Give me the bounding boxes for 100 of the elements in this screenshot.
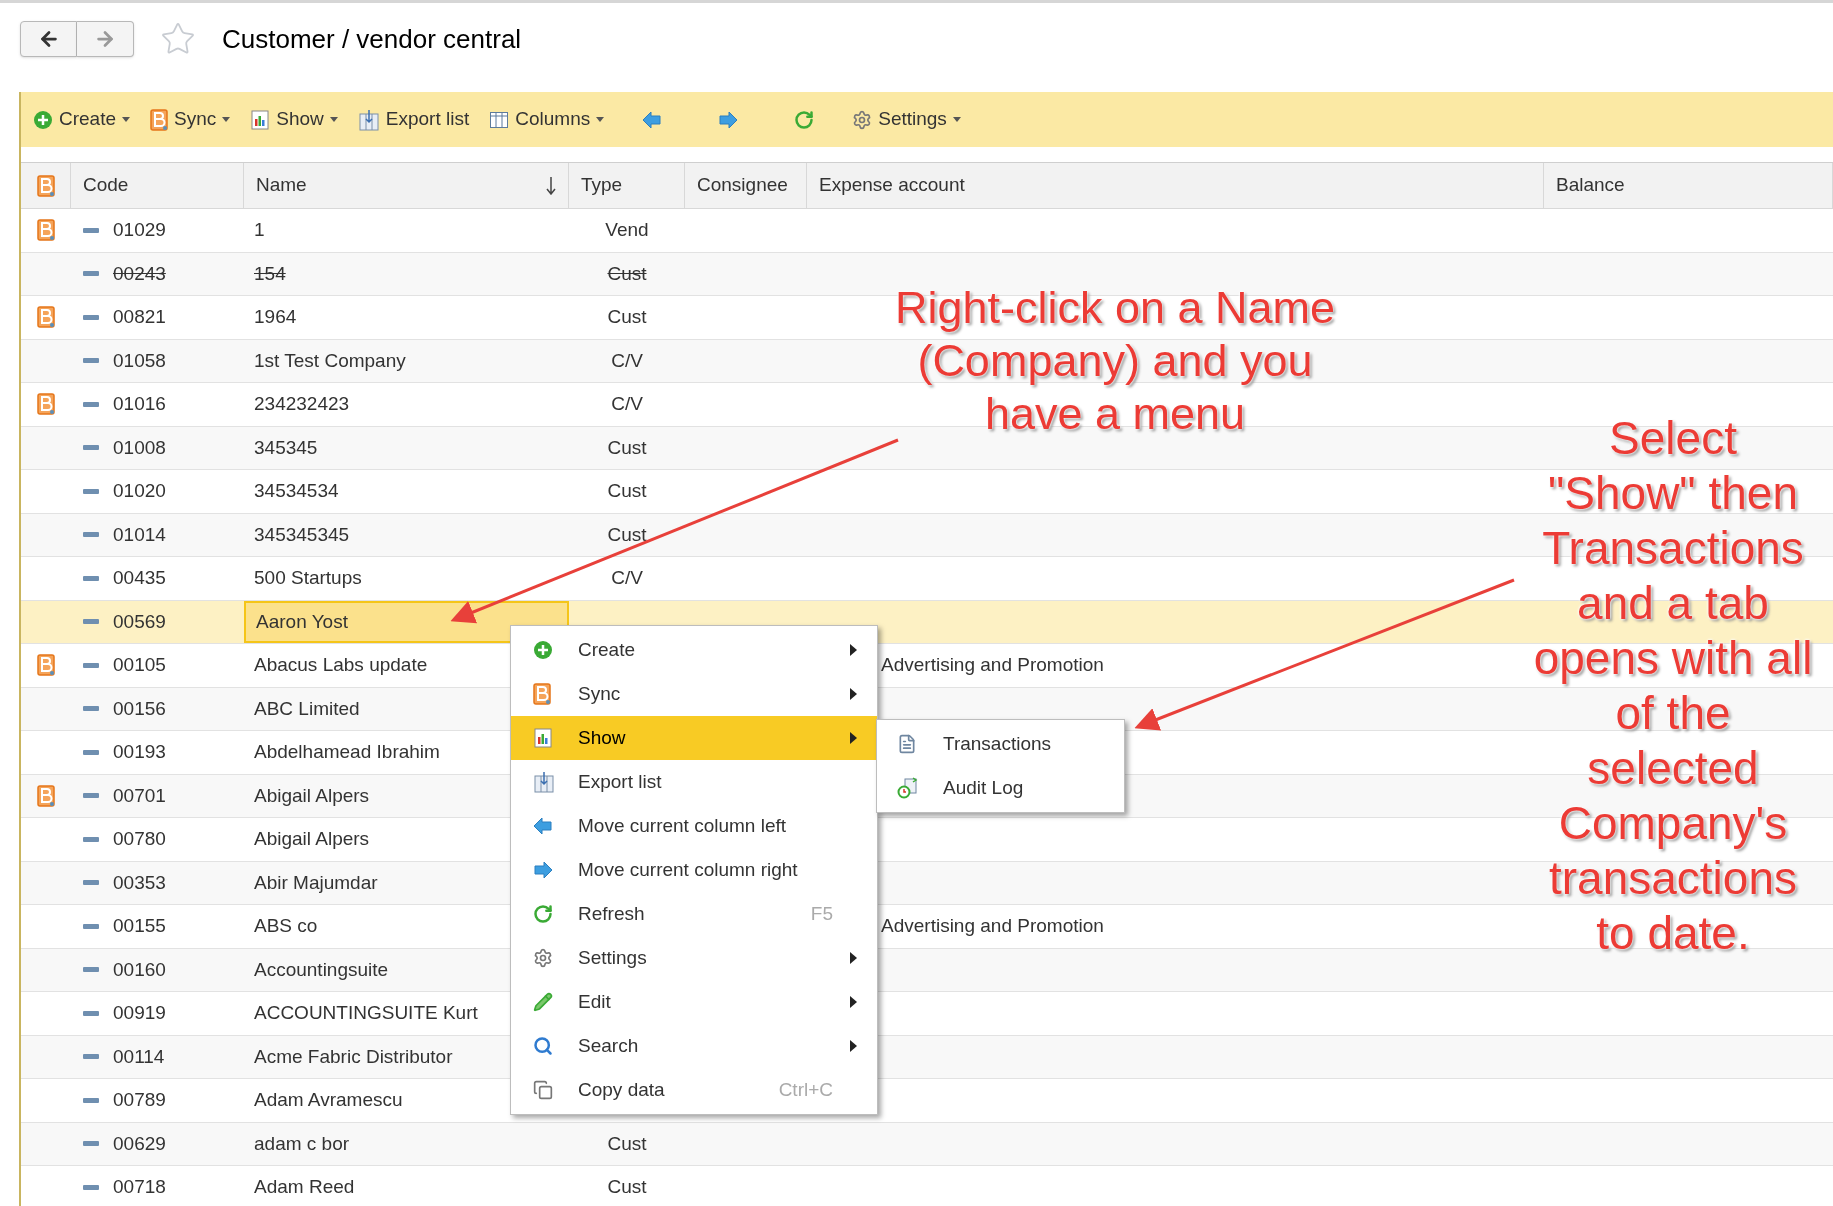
menu-item[interactable]: Transactions xyxy=(877,722,1124,766)
type-cell-text: Cust xyxy=(607,1131,647,1156)
code-cell-text: 00821 xyxy=(113,305,166,329)
menu-item[interactable]: Move current column left xyxy=(511,804,877,848)
column-header[interactable]: Balance xyxy=(1544,163,1833,208)
toolbar-button[interactable]: Settings xyxy=(850,99,963,140)
minus-icon xyxy=(83,445,99,451)
column-header[interactable]: Name xyxy=(244,163,569,208)
arrow-left-icon xyxy=(642,109,663,130)
document-icon xyxy=(897,734,917,754)
menu-item[interactable]: Export list xyxy=(511,760,877,804)
name-cell[interactable]: 154 xyxy=(244,252,569,295)
type-cell-text: Cust xyxy=(607,479,647,503)
minus-icon xyxy=(83,314,99,320)
name-cell[interactable]: 1st Test Company xyxy=(244,339,569,382)
menu-item[interactable]: Audit Log xyxy=(877,766,1124,810)
minus-icon xyxy=(83,836,99,842)
code-cell-text: 00193 xyxy=(113,740,166,764)
minus-icon xyxy=(83,271,99,277)
code-cell-text: 01058 xyxy=(113,348,166,373)
minus-icon xyxy=(83,227,99,233)
column-header[interactable]: Expense account xyxy=(807,163,1544,208)
arrow-left-icon xyxy=(533,816,553,836)
toolbar-button[interactable]: Sync xyxy=(148,99,233,140)
type-cell-text: Vend xyxy=(605,218,649,242)
type-cell-text: C/V xyxy=(611,348,643,373)
code-cell-text: 00435 xyxy=(113,566,166,590)
menu-item[interactable]: Settings xyxy=(511,936,877,980)
sync-badge-icon xyxy=(36,174,55,197)
column-header[interactable]: Type xyxy=(569,163,685,208)
forward-arrow-icon xyxy=(94,28,116,50)
name-cell[interactable]: 34534534 xyxy=(244,470,569,513)
code-cell-text: 01029 xyxy=(113,218,166,242)
code-cell-text: 00629 xyxy=(113,1131,166,1156)
minus-icon xyxy=(83,1054,99,1060)
type-cell-text: C/V xyxy=(611,566,643,590)
name-cell[interactable]: adam c bor xyxy=(244,1122,569,1165)
search-icon xyxy=(533,1036,553,1056)
code-cell-text: 00789 xyxy=(113,1088,166,1112)
toolbar-button[interactable]: Columns xyxy=(487,99,607,140)
minus-icon xyxy=(83,532,99,538)
minus-icon xyxy=(83,358,99,364)
menu-item[interactable]: Copy data Ctrl+C xyxy=(511,1068,877,1112)
minus-icon xyxy=(83,923,99,929)
toolbar-button[interactable]: Export list xyxy=(355,99,472,140)
document-clock-icon xyxy=(897,777,919,799)
minus-icon xyxy=(83,662,99,668)
settings-icon xyxy=(852,109,873,130)
menu-item[interactable]: Show xyxy=(511,716,877,760)
minus-icon xyxy=(83,575,99,581)
name-cell[interactable]: 234232423 xyxy=(244,383,569,426)
refresh-icon xyxy=(533,904,553,924)
minus-icon xyxy=(83,1097,99,1103)
code-cell-text: 00114 xyxy=(113,1044,165,1069)
name-cell[interactable]: 1 xyxy=(244,209,569,252)
name-cell[interactable]: 500 Startups xyxy=(244,557,569,600)
copy-icon xyxy=(533,1080,553,1100)
minus-icon xyxy=(83,488,99,494)
column-header[interactable]: Consignee xyxy=(685,163,807,208)
name-cell[interactable]: 345345345 xyxy=(244,513,569,556)
type-cell-text: C/V xyxy=(611,392,643,416)
name-cell[interactable]: Adam Reed xyxy=(244,1166,569,1206)
menu-item[interactable]: Edit xyxy=(511,980,877,1024)
chart-document-icon xyxy=(533,728,553,748)
toolbar-button[interactable]: Create xyxy=(31,99,133,140)
minus-icon xyxy=(83,1141,99,1147)
back-button[interactable] xyxy=(20,21,77,57)
sync-badge-icon xyxy=(533,683,551,705)
minus-icon xyxy=(83,967,99,973)
menu-item[interactable]: Sync xyxy=(511,672,877,716)
code-cell-text: 00243 xyxy=(113,261,166,286)
settings-icon xyxy=(533,948,553,968)
export-columns-icon xyxy=(533,771,555,793)
shortcut-label: F5 xyxy=(810,901,833,926)
type-cell-text: Cust xyxy=(607,435,647,460)
toolbar-button[interactable]: Show xyxy=(248,99,340,140)
type-cell-text: Cust xyxy=(607,261,647,286)
column-header[interactable]: Code xyxy=(71,163,244,208)
menu-item[interactable]: Move current column right xyxy=(511,848,877,892)
annotation-text: Select "Show" then Transactions and a tab opens with all of the selected Company's transactions to date. xyxy=(1532,411,1814,961)
code-cell-text: 00780 xyxy=(113,827,166,851)
type-cell-text: Cust xyxy=(607,522,647,547)
code-cell-text: 00718 xyxy=(113,1175,166,1199)
code-cell-text: 00919 xyxy=(113,1001,166,1025)
refresh-icon xyxy=(794,109,815,130)
minus-icon xyxy=(83,1184,99,1190)
name-cell[interactable]: 345345 xyxy=(244,426,569,469)
plus-circle-icon xyxy=(533,640,553,660)
code-cell-text: 01008 xyxy=(113,435,166,460)
menu-item[interactable]: Refresh F5 xyxy=(511,892,877,936)
menu-item[interactable]: Search xyxy=(511,1024,877,1068)
pencil-icon xyxy=(533,992,553,1012)
code-cell-text: 00353 xyxy=(113,870,166,895)
minus-icon xyxy=(83,706,99,712)
name-cell[interactable]: 1964 xyxy=(244,296,569,339)
shortcut-label: Ctrl+C xyxy=(778,1077,833,1102)
plus-circle-icon xyxy=(33,109,53,130)
code-cell-text: 00156 xyxy=(113,696,166,721)
sync-badge-icon xyxy=(150,108,169,131)
code-cell-text: 00701 xyxy=(113,783,166,808)
